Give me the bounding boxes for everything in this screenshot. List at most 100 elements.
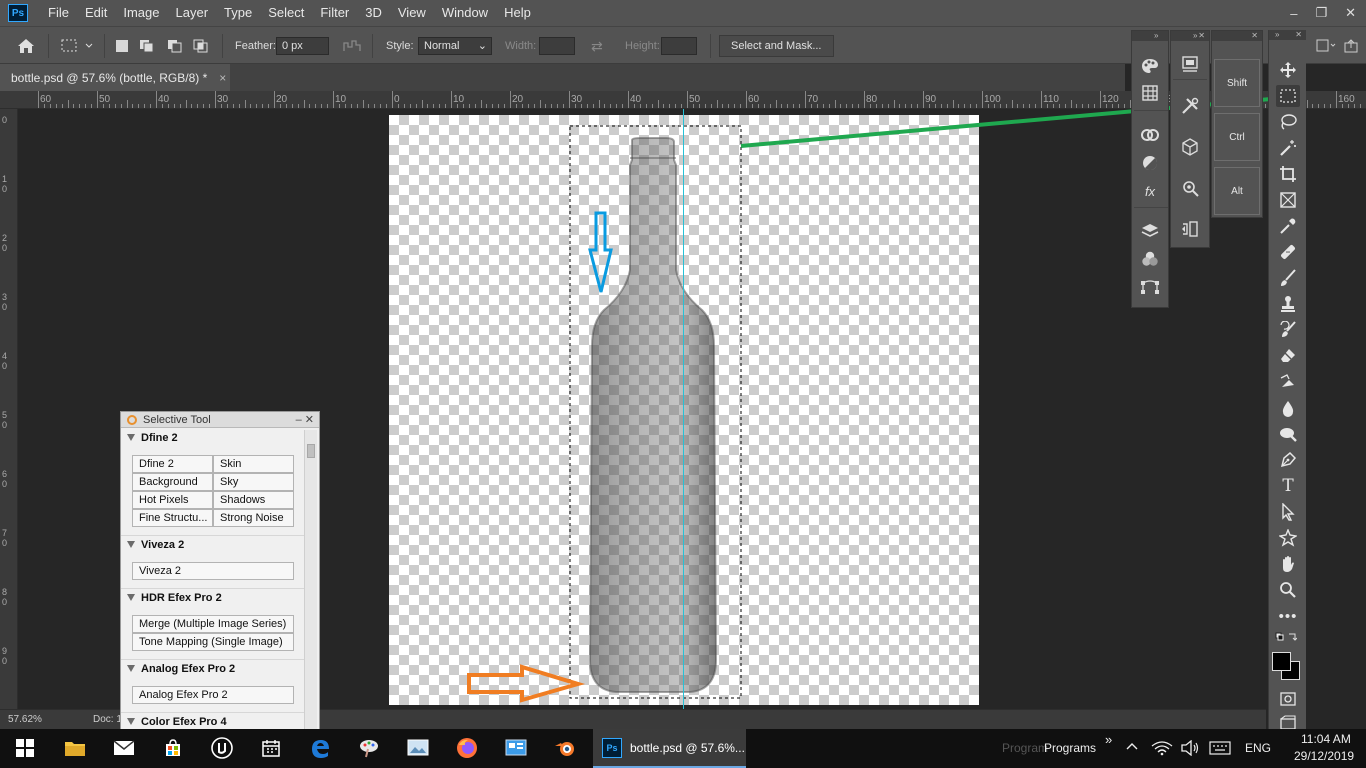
group-header[interactable]: Color Efex Pro 4 <box>121 713 304 730</box>
menu-window[interactable]: Window <box>434 0 496 26</box>
menu-layer[interactable]: Layer <box>168 0 217 26</box>
shift-key-button[interactable]: Shift <box>1214 59 1260 107</box>
hot-pixels-button[interactable]: Hot Pixels <box>132 491 213 509</box>
share-icon[interactable] <box>1344 27 1358 65</box>
channels-icon[interactable] <box>1139 248 1161 270</box>
layers-icon[interactable] <box>1139 220 1161 242</box>
width-input[interactable] <box>539 37 575 55</box>
taskbar-photoshop-window[interactable]: Ps bottle.psd @ 57.6%... <box>593 729 746 768</box>
dock-header[interactable]: ✕ <box>1212 31 1262 41</box>
styles-fx-icon[interactable]: fx <box>1139 180 1161 202</box>
dfine-button[interactable]: Dfine 2 <box>132 455 213 473</box>
pen-tool-icon[interactable] <box>1276 449 1300 471</box>
firefox-icon[interactable] <box>454 735 480 761</box>
skin-button[interactable]: Skin <box>213 455 294 473</box>
hand-tool-icon[interactable] <box>1276 553 1300 575</box>
document-tab[interactable]: bottle.psd @ 57.6% (bottle, RGB/8) * × <box>0 64 230 91</box>
control-panel-icon[interactable] <box>503 735 529 761</box>
toolbar-chevron[interactable]: » <box>1105 732 1112 747</box>
history-brush-tool-icon[interactable] <box>1276 319 1300 341</box>
more-tools-icon[interactable]: ••• <box>1276 605 1300 627</box>
type-tool-icon[interactable]: T <box>1276 475 1300 497</box>
alt-key-button[interactable]: Alt <box>1214 167 1260 215</box>
zoom-tool-icon[interactable] <box>1276 579 1300 601</box>
eraser-tool-icon[interactable] <box>1276 345 1300 367</box>
history-icon[interactable] <box>1179 218 1201 240</box>
dock-header[interactable]: » ✕ <box>1171 31 1209 41</box>
intersect-selection-icon[interactable] <box>192 27 210 65</box>
windows-start-icon[interactable] <box>12 735 38 761</box>
programs-toolbar[interactable]: Programs <box>1044 741 1096 755</box>
file-explorer-icon[interactable] <box>62 735 88 761</box>
clone-source-icon[interactable] <box>1179 177 1201 199</box>
lasso-tool-icon[interactable] <box>1276 111 1300 133</box>
minimize-button[interactable]: – <box>1290 6 1297 21</box>
clock-date[interactable]: 29/12/2019 <box>1294 749 1354 763</box>
network-icon[interactable] <box>1151 740 1173 759</box>
background-button[interactable]: Background <box>132 473 213 491</box>
adjustments-icon[interactable] <box>1139 152 1161 174</box>
foreground-color-swatch[interactable] <box>1272 652 1291 671</box>
gradient-tool-icon[interactable] <box>1276 371 1300 393</box>
3d-cube-icon[interactable] <box>1179 136 1201 158</box>
scrollbar-thumb[interactable] <box>307 444 315 458</box>
libraries-icon[interactable] <box>1179 53 1201 75</box>
path-selection-tool-icon[interactable] <box>1276 501 1300 523</box>
group-header[interactable]: Analog Efex Pro 2 <box>121 660 304 678</box>
group-header[interactable]: Viveza 2 <box>121 536 304 554</box>
menu-help[interactable]: Help <box>496 0 539 26</box>
menu-file[interactable]: File <box>40 0 77 26</box>
home-icon[interactable] <box>16 27 36 65</box>
fine-structure-button[interactable]: Fine Structu... <box>132 509 213 527</box>
custom-shape-tool-icon[interactable] <box>1276 527 1300 549</box>
unreal-engine-icon[interactable] <box>209 735 235 761</box>
calendar-icon[interactable] <box>258 735 284 761</box>
menu-select[interactable]: Select <box>260 0 312 26</box>
ctrl-key-button[interactable]: Ctrl <box>1214 113 1260 161</box>
image-viewer-icon[interactable] <box>405 735 431 761</box>
menu-image[interactable]: Image <box>115 0 167 26</box>
doc-info[interactable]: Doc: 1 <box>93 714 122 725</box>
vertical-ruler[interactable]: 0 1 0 2 0 3 0 4 0 5 0 6 0 7 0 8 0 9 0 <box>0 109 18 709</box>
creative-cloud-icon[interactable] <box>1139 124 1161 146</box>
new-selection-icon[interactable] <box>116 27 128 65</box>
toolbar-header[interactable]: » ✕ <box>1269 30 1306 40</box>
blur-tool-icon[interactable] <box>1276 397 1300 419</box>
add-selection-icon[interactable] <box>138 27 156 65</box>
zoom-level[interactable]: 57.62% <box>8 714 42 725</box>
keyboard-icon[interactable] <box>1209 741 1231 758</box>
workspace-icon[interactable] <box>1316 27 1336 65</box>
eyedropper-tool-icon[interactable] <box>1276 215 1300 237</box>
anti-alias-icon[interactable] <box>342 27 362 65</box>
menu-filter[interactable]: Filter <box>312 0 357 26</box>
color-palette-icon[interactable] <box>1139 55 1161 77</box>
swatches-grid-icon[interactable] <box>1139 82 1161 104</box>
subtract-selection-icon[interactable] <box>166 27 184 65</box>
dock-header[interactable]: » <box>1132 31 1168 41</box>
frame-tool-icon[interactable] <box>1276 189 1300 211</box>
quick-mask-icon[interactable] <box>1276 688 1300 710</box>
clock-time[interactable]: 11:04 AM <box>1301 732 1351 746</box>
marquee-preset-icon[interactable] <box>60 27 94 65</box>
close-tab-icon[interactable]: × <box>219 71 226 85</box>
menu-edit[interactable]: Edit <box>77 0 115 26</box>
document-canvas[interactable] <box>389 115 979 705</box>
crop-tool-icon[interactable] <box>1276 163 1300 185</box>
brush-tool-icon[interactable] <box>1276 267 1300 289</box>
tool-presets-icon[interactable] <box>1179 95 1201 117</box>
menu-type[interactable]: Type <box>216 0 260 26</box>
strong-noise-button[interactable]: Strong Noise <box>213 509 294 527</box>
viveza-button[interactable]: Viveza 2 <box>132 562 294 580</box>
rectangular-marquee-tool-icon[interactable] <box>1276 85 1300 107</box>
mail-icon[interactable] <box>111 735 137 761</box>
magic-wand-tool-icon[interactable] <box>1276 137 1300 159</box>
dodge-tool-icon[interactable] <box>1276 423 1300 445</box>
analog-efex-button[interactable]: Analog Efex Pro 2 <box>132 686 294 704</box>
menu-view[interactable]: View <box>390 0 434 26</box>
height-input[interactable] <box>661 37 697 55</box>
merge-button[interactable]: Merge (Multiple Image Series) <box>132 615 294 633</box>
tray-expand-icon[interactable] <box>1126 740 1138 754</box>
close-window-button[interactable]: ✕ <box>1345 5 1356 21</box>
default-colors-icon[interactable] <box>1275 631 1297 645</box>
volume-icon[interactable] <box>1181 739 1199 759</box>
